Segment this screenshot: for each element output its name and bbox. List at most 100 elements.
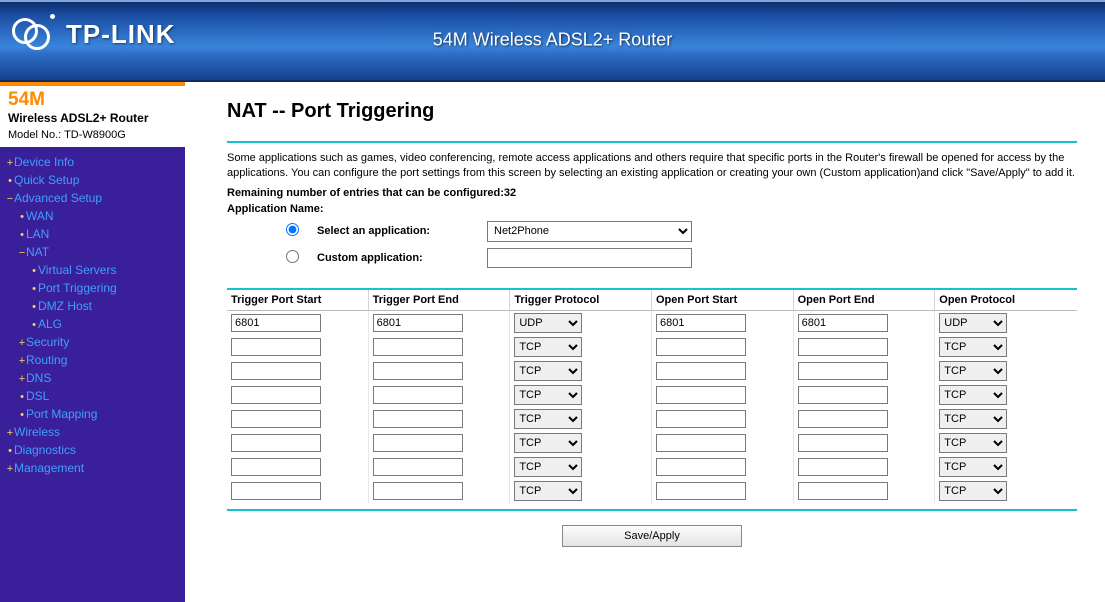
nav-item-alg[interactable]: ALG [4,315,181,333]
custom-app-radio[interactable] [286,250,299,263]
open-port-end-input[interactable] [798,458,888,476]
nav-link[interactable]: Port Triggering [38,281,117,295]
trigger-port-end-input[interactable] [373,458,463,476]
nav-item-device-info[interactable]: Device Info [4,153,181,171]
nav-link[interactable]: WAN [26,209,54,223]
trigger-port-start-input[interactable] [231,482,321,500]
open-port-end-input[interactable] [798,362,888,380]
nav-link[interactable]: ALG [38,317,62,331]
nav-link[interactable]: Advanced Setup [14,191,102,205]
trigger-port-start-input[interactable] [231,410,321,428]
nav-link[interactable]: LAN [26,227,49,241]
open-port-start-input[interactable] [656,410,746,428]
open-port-end-input[interactable] [798,434,888,452]
model-line2: Wireless ADSL2+ Router [8,111,177,125]
nav-item-diagnostics[interactable]: Diagnostics [4,441,181,459]
nav-item-port-mapping[interactable]: Port Mapping [4,405,181,423]
nav-link[interactable]: Virtual Servers [38,263,116,277]
trigger-port-end-input[interactable] [373,386,463,404]
table-row: TCPUDPTCP/UDP TCPUDPTCP/UDP [227,431,1077,455]
nav-link[interactable]: Device Info [14,155,74,169]
trigger-port-start-input[interactable] [231,338,321,356]
trigger-protocol-select[interactable]: TCPUDPTCP/UDP [514,481,582,501]
table-row: TCPUDPTCP/UDP TCPUDPTCP/UDP [227,335,1077,359]
trigger-protocol-select[interactable]: TCPUDPTCP/UDP [514,361,582,381]
open-protocol-select[interactable]: TCPUDPTCP/UDP [939,481,1007,501]
nav-link[interactable]: Routing [26,353,67,367]
nav-link[interactable]: Management [14,461,84,475]
model-box: 54M Wireless ADSL2+ Router Model No.: TD… [0,82,185,147]
nav-link[interactable]: Port Mapping [26,407,97,421]
save-apply-button[interactable]: Save/Apply [562,525,742,547]
nav-item-quick-setup[interactable]: Quick Setup [4,171,181,189]
open-port-end-input[interactable] [798,314,888,332]
select-app-row: Select an application: Net2Phone [227,221,1077,242]
open-port-start-input[interactable] [656,362,746,380]
brand-text: TP-LINK [66,19,176,50]
open-port-start-input[interactable] [656,458,746,476]
nav-item-wan[interactable]: WAN [4,207,181,225]
open-protocol-select[interactable]: TCPUDPTCP/UDP [939,409,1007,429]
trigger-port-end-input[interactable] [373,410,463,428]
select-app-dropdown[interactable]: Net2Phone [487,221,692,242]
bullet-icon [18,409,26,421]
trigger-protocol-select[interactable]: TCPUDPTCP/UDP [514,337,582,357]
nav-item-lan[interactable]: LAN [4,225,181,243]
nav-link[interactable]: DSL [26,389,49,403]
open-port-end-input[interactable] [798,482,888,500]
nav-item-management[interactable]: Management [4,459,181,477]
nav-link[interactable]: Diagnostics [14,443,76,457]
open-protocol-select[interactable]: TCPUDPTCP/UDP [939,361,1007,381]
header-title: 54M Wireless ADSL2+ Router [433,30,673,51]
open-port-end-input[interactable] [798,410,888,428]
nav-item-dmz-host[interactable]: DMZ Host [4,297,181,315]
trigger-protocol-select[interactable]: TCPUDPTCP/UDP [514,385,582,405]
trigger-port-end-input[interactable] [373,362,463,380]
trigger-port-start-input[interactable] [231,314,321,332]
bullet-icon [30,301,38,313]
nav-link[interactable]: DNS [26,371,51,385]
open-port-start-input[interactable] [656,482,746,500]
nav-item-dns[interactable]: DNS [4,369,181,387]
nav-link[interactable]: Security [26,335,69,349]
open-protocol-select[interactable]: TCPUDPTCP/UDP [939,385,1007,405]
open-port-start-input[interactable] [656,338,746,356]
nav-item-dsl[interactable]: DSL [4,387,181,405]
trigger-port-start-input[interactable] [231,362,321,380]
open-port-start-input[interactable] [656,386,746,404]
trigger-port-end-input[interactable] [373,314,463,332]
custom-app-input[interactable] [487,248,692,268]
trigger-port-end-input[interactable] [373,434,463,452]
trigger-port-end-input[interactable] [373,338,463,356]
nav-list: Device Info Quick Setup Advanced Setup WAN L… [0,147,185,483]
open-port-start-input[interactable] [656,314,746,332]
trigger-port-start-input[interactable] [231,386,321,404]
open-protocol-select[interactable]: TCPUDPTCP/UDP [939,337,1007,357]
trigger-protocol-select[interactable]: TCPUDPTCP/UDP [514,433,582,453]
nav-item-security[interactable]: Security [4,333,181,351]
nav-item-wireless[interactable]: Wireless [4,423,181,441]
trigger-protocol-select[interactable]: TCPUDPTCP/UDP [514,457,582,477]
intro-text: Some applications such as games, video c… [227,151,1077,181]
select-app-radio[interactable] [286,223,299,236]
nav-link[interactable]: DMZ Host [38,299,92,313]
trigger-protocol-select[interactable]: TCPUDPTCP/UDP [514,409,582,429]
trigger-port-start-input[interactable] [231,434,321,452]
open-protocol-select[interactable]: TCPUDPTCP/UDP [939,313,1007,333]
open-port-start-input[interactable] [656,434,746,452]
nav-link[interactable]: Wireless [14,425,60,439]
nav-item-advanced-setup[interactable]: Advanced Setup [4,189,181,207]
open-protocol-select[interactable]: TCPUDPTCP/UDP [939,433,1007,453]
trigger-protocol-select[interactable]: TCPUDPTCP/UDP [514,313,582,333]
trigger-port-end-input[interactable] [373,482,463,500]
nav-item-port-triggering[interactable]: Port Triggering [4,279,181,297]
nav-link[interactable]: Quick Setup [14,173,79,187]
nav-link[interactable]: NAT [26,245,49,259]
open-port-end-input[interactable] [798,386,888,404]
trigger-port-start-input[interactable] [231,458,321,476]
nav-item-nat[interactable]: NAT [4,243,181,261]
nav-item-virtual-servers[interactable]: Virtual Servers [4,261,181,279]
open-protocol-select[interactable]: TCPUDPTCP/UDP [939,457,1007,477]
nav-item-routing[interactable]: Routing [4,351,181,369]
open-port-end-input[interactable] [798,338,888,356]
